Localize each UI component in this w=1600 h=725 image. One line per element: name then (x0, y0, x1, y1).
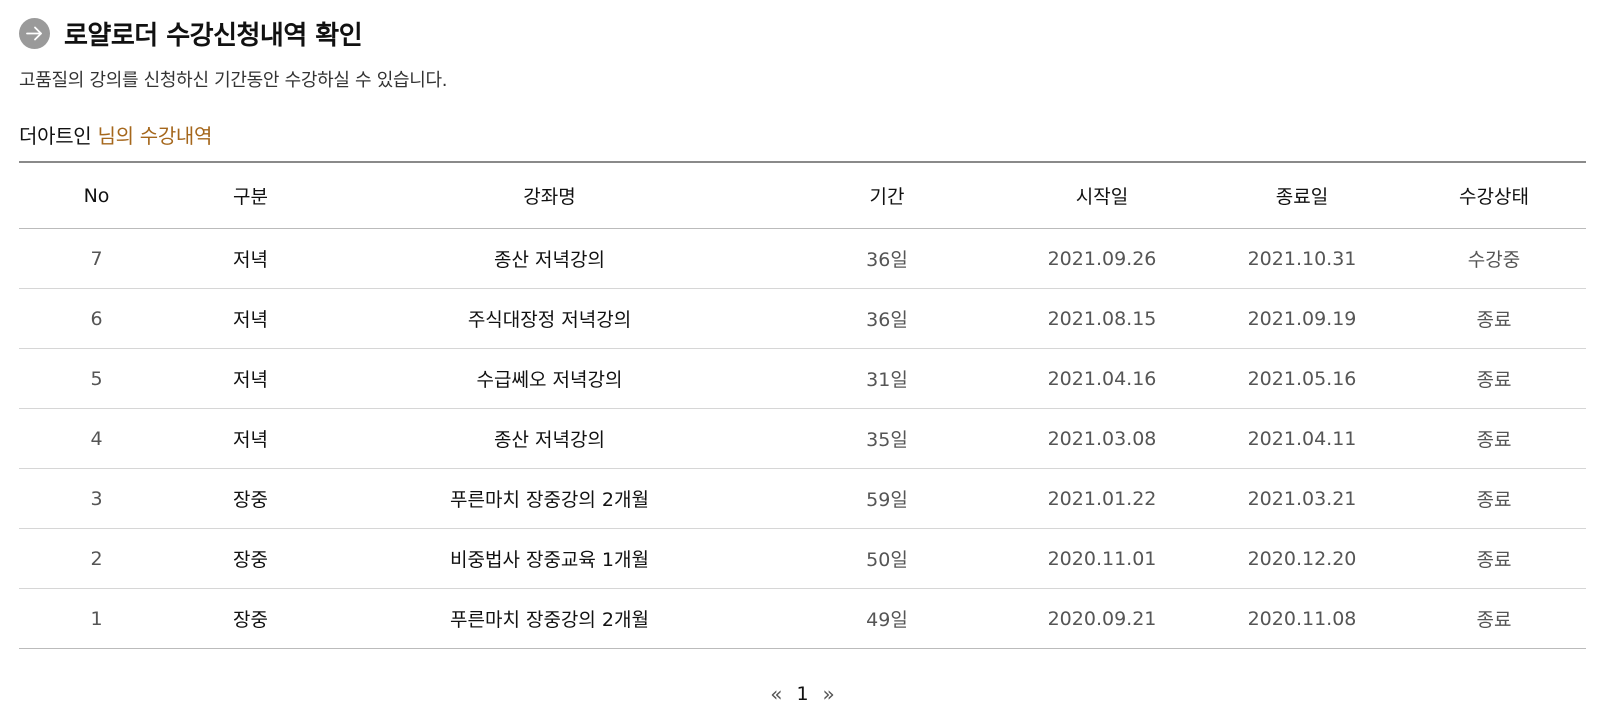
cell-end: 2021.10.31 (1202, 228, 1402, 289)
cell-period: 36일 (772, 228, 1002, 289)
cell-start: 2021.09.26 (1002, 228, 1202, 289)
arrow-right-icon (19, 17, 50, 49)
cell-end: 2021.04.11 (1202, 408, 1402, 469)
cell-end: 2020.12.20 (1202, 528, 1402, 589)
cell-start: 2020.11.01 (1002, 528, 1202, 589)
cell-start: 2021.08.15 (1002, 288, 1202, 349)
cell-status: 종료 (1402, 468, 1586, 529)
column-header-category: 구분 (174, 162, 327, 229)
cell-no: 7 (19, 228, 174, 289)
cell-no: 3 (19, 468, 174, 529)
column-header-course: 강좌명 (327, 162, 772, 229)
table-row: 1 장중 푸른마치 장중강의 2개월 49일 2020.09.21 2020.11.08 종… (19, 588, 1586, 649)
cell-start: 2020.09.21 (1002, 588, 1202, 649)
column-header-end: 종료일 (1202, 162, 1402, 229)
cell-no: 4 (19, 408, 174, 469)
cell-status: 종료 (1402, 408, 1586, 469)
cell-course: 비중법사 장중교육 1개월 (327, 528, 772, 589)
cell-category: 장중 (174, 468, 327, 529)
table-row: 2 장중 비중법사 장중교육 1개월 50일 2020.11.01 2020.12.20 종… (19, 528, 1586, 589)
cell-course: 푸른마치 장중강의 2개월 (327, 588, 772, 649)
cell-end: 2021.05.16 (1202, 348, 1402, 409)
table-row: 7 저녁 종산 저녁강의 36일 2021.09.26 2021.10.31 수강중 (19, 228, 1586, 289)
cell-no: 1 (19, 588, 174, 649)
cell-period: 31일 (772, 348, 1002, 409)
cell-course: 주식대장정 저녁강의 (327, 288, 772, 349)
cell-category: 저녁 (174, 408, 327, 469)
title-row: 로얄로더 수강신청내역 확인 (19, 16, 363, 51)
cell-period: 50일 (772, 528, 1002, 589)
cell-course: 종산 저녁강의 (327, 228, 772, 289)
cell-category: 저녁 (174, 288, 327, 349)
cell-end: 2021.09.19 (1202, 288, 1402, 349)
cell-start: 2021.01.22 (1002, 468, 1202, 529)
user-name: 더아트인 (19, 124, 92, 148)
cell-category: 장중 (174, 528, 327, 589)
table-header-row: No 구분 강좌명 기간 시작일 종료일 수강상태 (19, 162, 1586, 229)
table-row: 6 저녁 주식대장정 저녁강의 36일 2021.08.15 2021.09.19 종료 (19, 288, 1586, 349)
cell-end: 2021.03.21 (1202, 468, 1402, 529)
cell-status: 종료 (1402, 528, 1586, 589)
table-body: 7 저녁 종산 저녁강의 36일 2021.09.26 2021.10.31 수강중 6 저녁 주… (19, 228, 1586, 649)
cell-period: 35일 (772, 408, 1002, 469)
page-title: 로얄로더 수강신청내역 확인 (64, 20, 363, 51)
cell-status: 종료 (1402, 348, 1586, 409)
table-row: 3 장중 푸른마치 장중강의 2개월 59일 2021.01.22 2021.03.21 종… (19, 468, 1586, 529)
page-subtitle: 고품질의 강의를 신청하신 기간동안 수강하실 수 있습니다. (19, 70, 448, 91)
column-header-status: 수강상태 (1402, 162, 1586, 229)
column-header-period: 기간 (772, 162, 1002, 229)
cell-period: 36일 (772, 288, 1002, 349)
column-header-no: No (19, 162, 174, 229)
page-number-current[interactable]: 1 (790, 683, 814, 705)
enrollment-history-table: No 구분 강좌명 기간 시작일 종료일 수강상태 7 저녁 종산 저녁강의 36일 2021.09… (19, 161, 1586, 649)
cell-start: 2021.03.08 (1002, 408, 1202, 469)
cell-category: 장중 (174, 588, 327, 649)
cell-no: 6 (19, 288, 174, 349)
cell-status: 종료 (1402, 288, 1586, 349)
cell-status: 수강중 (1402, 228, 1586, 289)
cell-no: 2 (19, 528, 174, 589)
cell-end: 2020.11.08 (1202, 588, 1402, 649)
cell-no: 5 (19, 348, 174, 409)
column-header-start: 시작일 (1002, 162, 1202, 229)
cell-category: 저녁 (174, 228, 327, 289)
cell-period: 59일 (772, 468, 1002, 529)
cell-start: 2021.04.16 (1002, 348, 1202, 409)
cell-course: 푸른마치 장중강의 2개월 (327, 468, 772, 529)
cell-category: 저녁 (174, 348, 327, 409)
table-row: 4 저녁 종산 저녁강의 35일 2021.03.08 2021.04.11 종료 (19, 408, 1586, 469)
next-page-button[interactable]: » (815, 682, 843, 706)
section-heading: 더아트인 님의 수강내역 (19, 120, 212, 149)
section-heading-suffix: 님의 수강내역 (97, 124, 213, 148)
cell-status: 종료 (1402, 588, 1586, 649)
cell-course: 수급쎄오 저녁강의 (327, 348, 772, 409)
cell-course: 종산 저녁강의 (327, 408, 772, 469)
pagination: « 1 » (19, 682, 1586, 706)
cell-period: 49일 (772, 588, 1002, 649)
arrow-right-icon-glyph (26, 26, 42, 40)
prev-page-button[interactable]: « (762, 682, 790, 706)
table-row: 5 저녁 수급쎄오 저녁강의 31일 2021.04.16 2021.05.16 종료 (19, 348, 1586, 409)
